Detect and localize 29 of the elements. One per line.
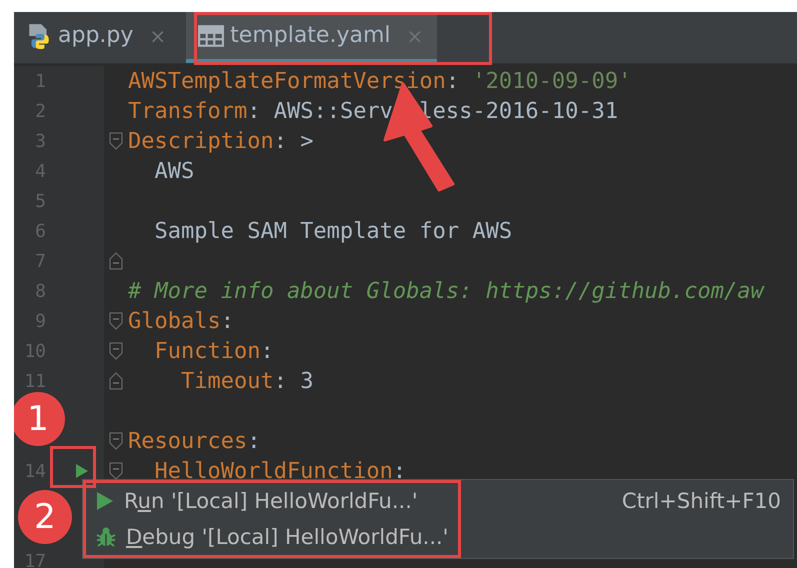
- fold-marker-icon[interactable]: [109, 372, 123, 390]
- editor-tab[interactable]: app.py ×: [14, 12, 178, 63]
- code-line: Transform: AWS::Serv less-2016-10-31: [128, 98, 618, 124]
- code-line: Globals:: [128, 308, 234, 334]
- code-line: # More info about Globals: https://github.com/aw: [128, 278, 764, 304]
- code-line: Timeout: 3: [180, 368, 314, 394]
- run-icon: [96, 491, 114, 511]
- fold-marker-icon[interactable]: [109, 312, 123, 330]
- code-line: AWSTemplateFormatVersion: '2010-09-09': [128, 68, 632, 94]
- editor-tab[interactable]: template.yaml ×: [186, 12, 438, 63]
- code-line: Resources:: [128, 428, 260, 454]
- menu-label: Run '[Local] HelloWorldFu...': [124, 489, 418, 513]
- fold-marker-icon[interactable]: [109, 462, 123, 480]
- menu-label: Debug '[Local] HelloWorldFu...': [126, 525, 448, 549]
- fold-marker-icon[interactable]: [109, 252, 123, 270]
- fold-marker-icon[interactable]: [109, 342, 123, 360]
- code-line: Sample SAM Template for AWS: [153, 218, 512, 244]
- menu-item[interactable]: Run '[Local] HelloWorldFu...': [86, 483, 458, 519]
- bug-icon: [96, 526, 116, 548]
- code-line: AWS: [153, 158, 194, 184]
- code-line: Description: >: [128, 128, 314, 154]
- fold-marker-icon[interactable]: [109, 432, 123, 450]
- run-icon[interactable]: [75, 463, 89, 479]
- table-icon: [198, 24, 224, 46]
- fold-marker-icon[interactable]: [109, 132, 123, 150]
- code-line: Function:: [153, 338, 274, 364]
- menu-item[interactable]: Debug '[Local] HelloWorldFu...': [86, 519, 458, 555]
- code-line: HelloWorldFunction:: [153, 458, 406, 484]
- shortcut-label: Ctrl+Shift+F10: [622, 489, 781, 513]
